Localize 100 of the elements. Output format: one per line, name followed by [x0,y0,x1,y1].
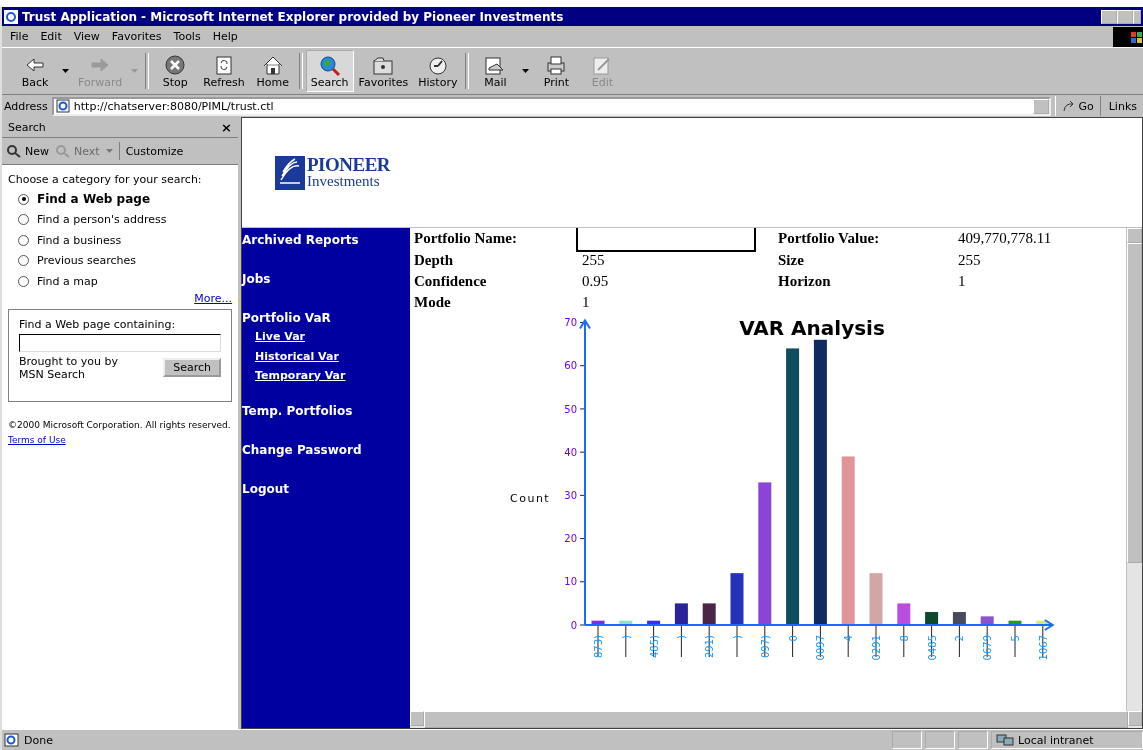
x-tick-label: 485) [648,635,660,658]
option-label[interactable]: Find a map [37,274,98,288]
x-tick-label: ) [676,635,688,639]
option-label[interactable]: Previous searches [37,254,137,268]
attribution-text: Brought to you by MSN Search [19,354,120,381]
y-tick-label: 20 [564,533,577,545]
address-label: Address [4,99,48,113]
bar [1008,620,1022,625]
back-button[interactable]: Back [12,50,58,92]
nav-link[interactable]: Temp. Portfolios [242,403,410,443]
field-value: 1 [582,294,591,311]
minimize-button[interactable] [1101,9,1117,24]
mail-button[interactable]: Mail [472,50,519,92]
links-button[interactable]: Links [1104,99,1141,113]
search-box-label: Find a Web page containing: [19,317,177,331]
x-tick-label: 0097 [815,635,827,661]
customize-button[interactable]: Customize [125,144,184,158]
menu-item[interactable]: View [67,30,106,43]
page-icon [55,99,70,113]
pane-title: Search [8,120,46,134]
stop-button[interactable]: Stop [152,50,199,92]
field-label: Mode [414,294,452,311]
close-button[interactable]: × [221,119,232,135]
menu-item[interactable]: Tools [167,30,207,43]
search-icon [317,53,342,76]
x-tick-label: 1067 [1037,635,1049,661]
bar [674,603,688,625]
page-icon [4,733,20,747]
search-button[interactable]: Search [305,50,354,92]
menu-item[interactable]: File [4,30,35,43]
menu-item[interactable]: Favorites [105,30,168,43]
stop-icon [163,53,188,76]
x-tick-label: 4 [843,635,855,642]
x-tick-label: ) [620,635,632,639]
radio-button[interactable] [18,193,29,205]
nav-link[interactable]: Change Password [242,442,410,482]
close-button[interactable] [1133,9,1141,24]
logo-name: PIONEER [307,156,391,173]
bar [1036,620,1050,625]
horizontal-scrollbar[interactable] [410,711,1142,728]
nav-link[interactable]: Portfolio VaR [242,311,410,330]
field-value: 0.95 [582,273,610,290]
refresh-button[interactable]: Refresh [198,50,250,92]
bar [897,603,911,625]
logo-subtitle: Investments [307,172,381,189]
field-value: 255 [958,252,982,269]
x-tick-label: 873) [593,635,604,658]
nav-link[interactable]: Jobs [242,272,410,311]
terms-link[interactable]: Terms of Use [8,434,66,445]
option-label[interactable]: Find a person's address [37,213,167,227]
history-button[interactable]: History [413,50,463,92]
y-tick-label: 60 [564,360,577,372]
caret-icon[interactable] [522,68,530,74]
search-button[interactable]: Search [163,358,221,377]
bar [730,573,744,625]
x-tick-label: ) [732,635,743,639]
favorites-button[interactable]: Favorites [353,50,414,92]
dropdown-button[interactable] [1033,98,1050,114]
y-tick-label: 40 [564,446,577,458]
y-tick-label: 30 [564,489,577,501]
y-tick-label: 0 [570,619,577,631]
prompt-text: Choose a category for your search: [8,173,203,186]
more-link[interactable]: More... [194,291,232,305]
home-button[interactable]: Home [249,50,296,92]
nav-sublink[interactable]: Historical Var [242,349,410,369]
bar [647,620,661,625]
nav-sublink[interactable]: Live Var [242,330,410,350]
print-button[interactable]: Print [533,50,580,92]
field-label: Confidence [414,273,488,290]
windows-logo-icon [1113,26,1143,47]
go-button[interactable]: Go [1055,96,1101,116]
magnifier-icon [55,144,71,158]
maximize-button[interactable] [1117,9,1133,24]
option-label[interactable]: Find a Web page [37,192,151,207]
y-tick-label: 70 [564,317,577,329]
y-tick-label: 50 [564,403,577,415]
radio-button[interactable] [18,214,29,226]
option-label[interactable]: Find a business [37,233,122,247]
menu-item[interactable]: Edit [34,30,68,43]
radio-button[interactable] [18,255,29,267]
x-tick-label: 2 [954,635,966,642]
x-tick-label: 8 [898,635,910,642]
nav-link[interactable]: Logout [242,481,410,521]
radio-button[interactable] [18,234,29,246]
bar [869,573,883,625]
caret-icon[interactable] [62,68,69,74]
menu-item[interactable]: Help [206,30,244,43]
search-input-field[interactable] [19,333,221,352]
nav-sublink[interactable]: Temporary Var [242,369,410,389]
bar [980,616,994,625]
y-tick-label: 10 [564,576,577,588]
magnifier-icon [6,144,22,158]
nav-link[interactable]: Archived Reports [242,233,410,272]
y-axis-label: Count [510,492,551,505]
field-label: Depth [414,252,455,269]
vertical-scrollbar[interactable] [1126,228,1142,711]
new-button[interactable]: New [6,144,49,158]
address-field[interactable]: http://chatserver:8080/PIML/trust.ctl [51,96,1052,116]
bar [619,620,633,625]
radio-button[interactable] [18,275,29,287]
